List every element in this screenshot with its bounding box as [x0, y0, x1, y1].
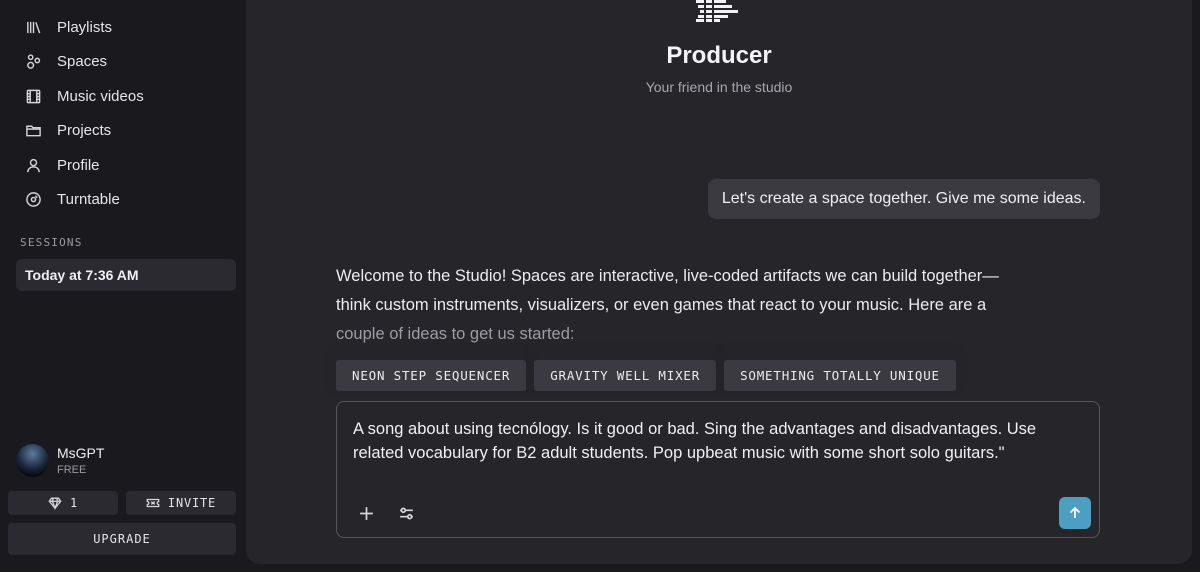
scrollbar[interactable]	[1192, 0, 1200, 572]
nav-label: Projects	[57, 121, 112, 139]
nav-item-projects[interactable]: Projects	[0, 113, 246, 147]
gems-button[interactable]: 1	[8, 491, 118, 515]
user-plan: FREE	[57, 464, 87, 476]
diamond-icon	[48, 497, 62, 510]
send-button[interactable]	[1059, 497, 1091, 529]
suggestion-chip-something-totally-unique[interactable]: SOMETHING TOTALLY UNIQUE	[724, 360, 956, 391]
message-composer: A song about using tecnólogy. Is it good…	[336, 401, 1100, 538]
arrow-up-icon	[1069, 506, 1081, 518]
assistant-message-line: Welcome to the Studio! Spaces are intera…	[336, 267, 999, 285]
message-input[interactable]: A song about using tecnólogy. Is it good…	[353, 417, 1073, 477]
nav-label: Music videos	[57, 87, 144, 105]
nav-item-spaces[interactable]: Spaces	[0, 44, 246, 78]
nav-item-turntable[interactable]: Turntable	[0, 182, 246, 216]
invite-label: INVITE	[167, 496, 217, 510]
chat-panel: Producer Your friend in the studio Let's…	[246, 0, 1192, 564]
user-name: MsGPT	[57, 445, 105, 461]
sidebar: Playlists Spaces Music videos Projects P…	[0, 0, 246, 572]
suggestion-chip-gravity-well-mixer[interactable]: GRAVITY WELL MIXER	[534, 360, 717, 391]
nav-item-profile[interactable]: Profile	[0, 148, 246, 182]
ticket-icon	[146, 498, 160, 508]
producer-logo-icon	[696, 0, 738, 22]
session-item[interactable]: Today at 7:36 AM	[16, 259, 236, 291]
nav-label: Spaces	[57, 52, 108, 70]
app-window: Playlists Spaces Music videos Projects P…	[0, 0, 1200, 572]
assistant-message-line: think custom instruments, visualizers, o…	[336, 296, 987, 314]
nav-label: Playlists	[57, 18, 113, 36]
nav-item-playlists[interactable]: Playlists	[0, 10, 246, 44]
sessions-heading: SESSIONS	[20, 236, 83, 249]
user-profile[interactable]: MsGPT FREE	[16, 443, 236, 479]
assistant-message: Welcome to the Studio! Spaces are intera…	[336, 262, 1016, 349]
spaces-icon	[24, 52, 42, 70]
nav-label: Profile	[57, 156, 100, 174]
add-button[interactable]	[353, 500, 379, 526]
sliders-icon	[399, 507, 413, 519]
folder-icon	[24, 121, 42, 139]
suggestion-chip-neon-step-sequencer[interactable]: NEON STEP SEQUENCER	[336, 360, 527, 391]
nav-label: Turntable	[57, 190, 120, 208]
assistant-message-line: couple of ideas to get us started:	[336, 325, 575, 343]
gems-count: 1	[69, 496, 79, 510]
page-subtitle: Your friend in the studio	[645, 79, 793, 95]
settings-button[interactable]	[393, 500, 419, 526]
nav-item-music-videos[interactable]: Music videos	[0, 79, 246, 113]
library-icon	[24, 18, 42, 36]
vinyl-icon	[24, 190, 42, 208]
upgrade-button[interactable]: UPGRADE	[8, 523, 236, 555]
user-icon	[24, 156, 42, 174]
invite-button[interactable]: INVITE	[126, 491, 236, 515]
film-icon	[24, 87, 42, 105]
suggestion-chips: NEON STEP SEQUENCER GRAVITY WELL MIXER S…	[336, 360, 956, 392]
user-message-bubble: Let's create a space together. Give me s…	[707, 179, 1100, 219]
avatar	[16, 444, 49, 477]
plus-icon	[359, 506, 373, 520]
page-title: Producer	[666, 42, 772, 69]
